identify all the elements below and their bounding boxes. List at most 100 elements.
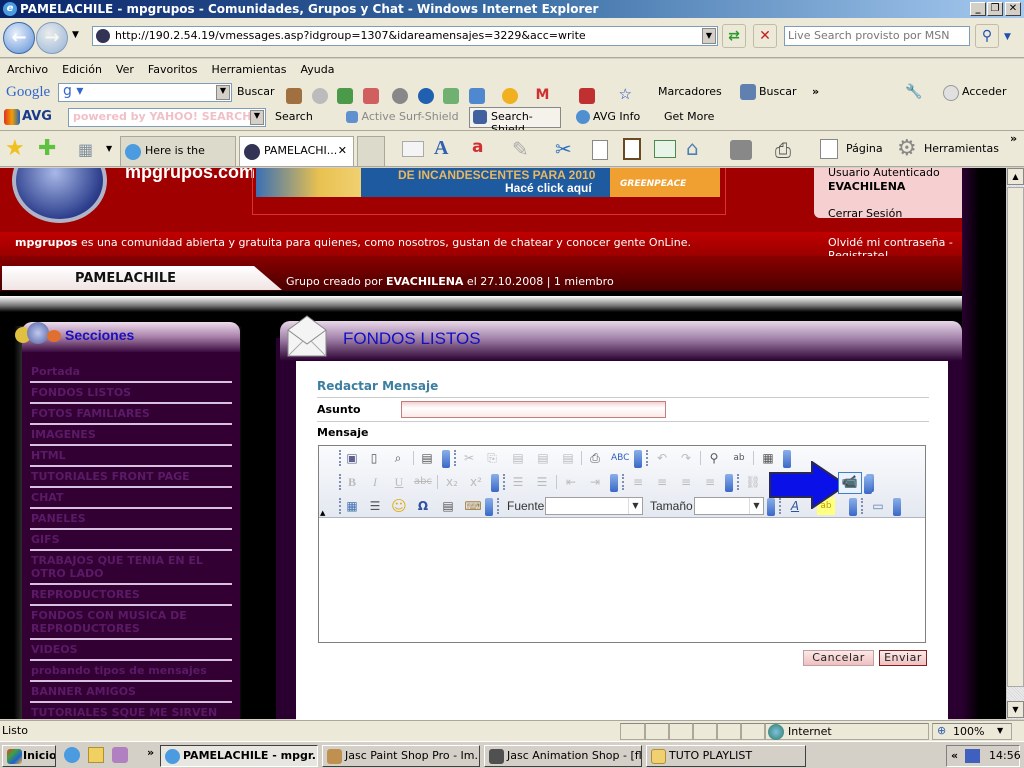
bookmark-site-icon[interactable] [578,88,595,104]
feed-mail-icon[interactable] [402,141,424,157]
sidebar-item[interactable]: FONDOS LISTOS [30,383,232,404]
security-zone[interactable]: Internet [765,723,929,740]
clock[interactable]: 14:56 [989,746,1021,766]
paste-text-icon[interactable]: ▤ [534,449,552,467]
preview-icon[interactable]: ⌕ [389,449,407,467]
menu-edicion[interactable]: Edición [55,59,109,81]
toolbar-grip[interactable] [339,498,342,514]
menu-archivo[interactable]: Archivo [0,59,55,81]
toolbar-grip[interactable] [622,474,625,490]
cut-icon[interactable]: ✂ [460,449,478,467]
google-search-button[interactable]: Buscar [237,81,275,103]
banner-cta[interactable]: Hacé click aquí [505,181,592,195]
avg-search-button[interactable]: Search [275,106,313,128]
ordered-list-icon[interactable]: ☰ [509,473,527,491]
cut-icon[interactable]: ✂ [555,137,572,161]
command-bar-more[interactable]: » [1010,128,1017,150]
link-icon[interactable]: ⛓ [744,473,762,491]
toolbar-grip[interactable] [503,474,506,490]
toolbar-grip[interactable] [339,474,342,490]
outdent-icon[interactable]: ⇤ [562,473,580,491]
start-button[interactable]: Inicio [2,745,56,767]
forward-button[interactable]: → [36,22,68,54]
paint-quicklaunch-icon[interactable] [112,747,128,763]
sidebar-item[interactable]: TUTORIALES FRONT PAGE [30,467,232,488]
tab-list-dropdown-icon[interactable]: ▼ [106,144,112,153]
toolbar-grip[interactable] [861,498,864,514]
horizontal-rule-icon[interactable]: ☰ [366,497,384,515]
toolbar-dropdown[interactable] [442,450,450,468]
fullscreen-icon[interactable] [654,140,676,158]
table-icon[interactable]: ▦ [343,497,361,515]
sidebar-item[interactable]: FONDOS CON MUSICA DE REPRODUCTORES [30,606,232,640]
toolbar-dropdown[interactable] [893,498,901,516]
quick-tabs-icon[interactable]: ▦ [78,140,93,159]
message-editor-body[interactable] [320,520,924,640]
popup-blocker-icon[interactable] [311,88,328,104]
menu-favoritos[interactable]: Favoritos [141,59,205,81]
google-earth-icon[interactable] [417,88,434,104]
scroll-up-button[interactable]: ▲ [1007,168,1024,185]
home-icon[interactable]: ⌂ [686,136,699,160]
active-surf-shield[interactable]: Active Surf-Shield [346,106,459,128]
acceder-button[interactable]: Acceder [962,81,1006,103]
close-window-button[interactable]: ✕ [1005,2,1021,16]
vertical-scrollbar[interactable]: ▲ ▼ [1006,168,1024,719]
refresh-button[interactable]: ⇄ [722,24,746,48]
find-icon[interactable]: ⚲ [705,449,723,467]
emoticon-icon[interactable]: ☺ [390,497,408,515]
templates-icon[interactable]: ▤ [418,449,436,467]
print-icon[interactable]: ⎙ [775,138,791,162]
add-favorite-icon[interactable]: ✚ [38,136,56,161]
font-select[interactable]: ▼ [545,497,643,515]
paste-icon[interactable]: ▤ [509,449,527,467]
print-icon[interactable]: ⎙ [586,449,604,467]
redo-icon[interactable]: ↷ [677,449,695,467]
sidebar-item[interactable]: TRABAJOS QUE TENIA EN EL OTRO LADO [30,551,232,585]
collapse-toolbar-icon[interactable]: ▲ [320,509,325,517]
sidebar-item[interactable]: GIFS [30,530,232,551]
replace-icon[interactable]: ab [730,449,748,467]
autofill-icon[interactable] [362,88,379,104]
new-document-icon[interactable]: ▯ [365,449,383,467]
page-break-icon[interactable]: ▤ [439,497,457,515]
tools-menu-button[interactable]: Herramientas [924,138,999,160]
paste-word-icon[interactable]: ▤ [559,449,577,467]
restore-button[interactable]: ❐ [987,2,1003,16]
sidebar-item[interactable]: CHAT [30,488,232,509]
toolbar-dropdown[interactable] [491,474,499,492]
translate-icon[interactable] [392,88,408,104]
ie-quicklaunch-icon[interactable] [64,747,80,763]
subscript-icon[interactable]: x₂ [443,473,461,491]
new-tab-button[interactable] [357,136,385,166]
avg-info-button[interactable]: AVG Info [593,106,640,128]
toolbar-dropdown[interactable] [849,498,857,516]
toolbar-dropdown[interactable] [634,450,642,468]
sidebar-item[interactable]: Portada [30,362,232,383]
size-select[interactable]: ▼ [694,497,764,515]
google-search-input[interactable]: g ▾ ▼ [58,83,232,102]
align-center-icon[interactable]: ≡ [653,473,671,491]
minimize-button[interactable]: _ [970,2,986,16]
logout-link[interactable]: Cerrar Sesión [828,207,976,220]
sidebar-item[interactable]: REPRODUCTORES [30,585,232,606]
special-char-icon[interactable]: Ω [414,497,432,515]
translate-text-icon[interactable]: a [472,137,483,157]
live-search-input[interactable]: Live Search provisto por MSN [784,26,970,46]
address-input[interactable]: http://190.2.54.19/vmessages.asp?idgroup… [92,26,718,46]
subject-input[interactable] [401,401,666,418]
get-more-button[interactable]: Get More [664,106,714,128]
toolbar-grip[interactable] [454,450,457,466]
favorites-center-icon[interactable]: ★ [5,136,25,161]
marcadores-button[interactable]: Marcadores [658,81,722,103]
send-button[interactable]: Enviar [879,650,927,666]
taskbar-item-folder[interactable]: TUTO PLAYLIST [646,745,806,767]
taskbar-item-ie[interactable]: PAMELACHILE - mpgr... [160,745,318,767]
sidebar-item[interactable]: HTML [30,446,232,467]
site-logo-text[interactable]: mpgrupos.com [125,168,255,183]
toolbar-dropdown[interactable] [725,474,733,492]
toolbar-dropdown[interactable] [610,474,618,492]
page-menu-button[interactable]: Página [846,138,883,160]
search-go-button[interactable]: ⚲ [975,24,999,48]
group-creator[interactable]: EVACHILENA [386,275,463,288]
